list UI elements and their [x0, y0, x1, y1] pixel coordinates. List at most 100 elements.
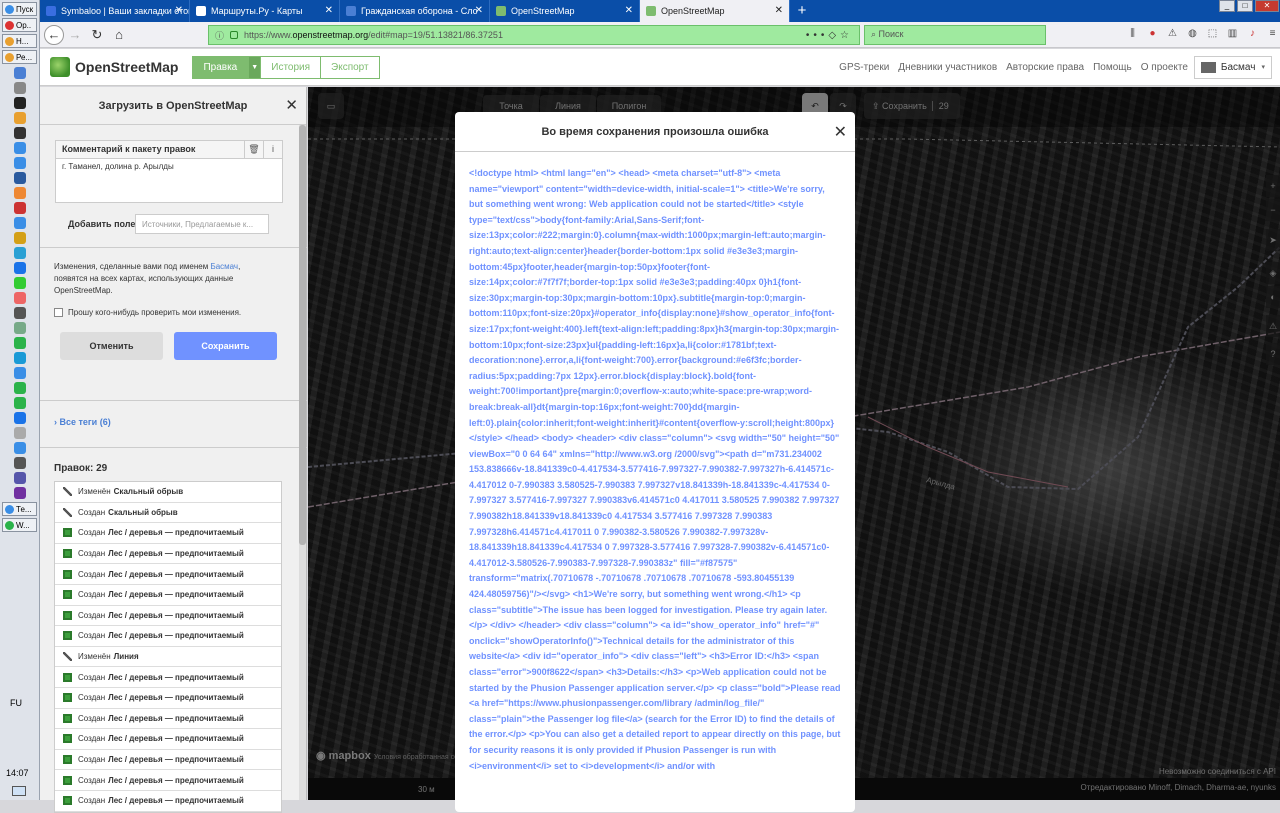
quick-launch-icon[interactable] — [14, 352, 26, 364]
close-window-button[interactable]: ✕ — [1255, 0, 1279, 12]
quick-launch-icon[interactable] — [14, 112, 26, 124]
language-indicator[interactable]: FU — [10, 698, 22, 708]
osm-logo-icon[interactable] — [50, 57, 70, 77]
show-desktop-icon[interactable] — [12, 786, 26, 796]
clock[interactable]: 14:07 — [6, 768, 29, 778]
adblock-icon[interactable]: ● — [1145, 28, 1160, 39]
extension-icon[interactable]: ◍ — [1185, 28, 1200, 39]
header-link[interactable]: О проекте — [1141, 62, 1188, 73]
user-menu[interactable]: Басмач ▾ — [1193, 55, 1272, 79]
taskbar-window-lower-1[interactable]: W... — [2, 518, 37, 532]
edit-list-item[interactable]: Изменён Скальный обрыв — [55, 482, 281, 503]
quick-launch-icon[interactable] — [14, 397, 26, 409]
user-link[interactable]: Басмач — [210, 262, 238, 271]
edit-list-item[interactable]: Создан Лес / деревья — предпочитаемый — [55, 667, 281, 688]
quick-launch-icon[interactable] — [14, 487, 26, 499]
edit-list-item[interactable]: Создан Лес / деревья — предпочитаемый — [55, 709, 281, 730]
trash-icon[interactable]: 🗑 — [244, 141, 263, 158]
edit-list-item[interactable]: Создан Лес / деревья — предпочитаемый — [55, 564, 281, 585]
new-tab-button[interactable]: + — [790, 0, 814, 22]
quick-launch-icon[interactable] — [14, 187, 26, 199]
quick-launch-icon[interactable] — [14, 262, 26, 274]
header-link[interactable]: Авторские права — [1006, 62, 1084, 73]
edit-list-item[interactable]: Создан Лес / деревья — предпочитаемый — [55, 606, 281, 627]
quick-launch-icon[interactable] — [14, 412, 26, 424]
edit-list-item[interactable]: Создан Лес / деревья — предпочитаемый — [55, 523, 281, 544]
address-bar[interactable]: ⓘ https://www. openstreetmap.org/edit#map… — [208, 25, 860, 45]
quick-launch-icon[interactable] — [14, 382, 26, 394]
quick-launch-icon[interactable] — [14, 307, 26, 319]
edit-list-item[interactable]: Создан Скальный обрыв — [55, 503, 281, 524]
download-icon[interactable]: ▥ — [1225, 28, 1240, 39]
sidebar-scrollbar[interactable] — [299, 125, 306, 800]
edit-list-item[interactable]: Создан Лес / деревья — предпочитаемый — [55, 770, 281, 791]
quick-launch-icon[interactable] — [14, 157, 26, 169]
edit-list-item[interactable]: Создан Лес / деревья — предпочитаемый — [55, 585, 281, 606]
quick-launch-icon[interactable] — [14, 337, 26, 349]
page-actions-icons[interactable]: •••◇☆ — [806, 30, 853, 41]
edit-list-item[interactable]: Создан Лес / деревья — предпочитаемый — [55, 729, 281, 750]
comment-textarea[interactable]: г. Таманел, долина р. Арылды — [56, 159, 282, 174]
edit-list-item[interactable]: Создан Лес / деревья — предпочитаемый — [55, 544, 281, 565]
library-icon[interactable]: ⫼ — [1125, 28, 1140, 39]
taskbar-window-1[interactable]: Н... — [2, 34, 37, 48]
taskbar-window-0[interactable]: Ор.. — [2, 18, 37, 32]
edit-button[interactable]: Правка — [192, 55, 249, 79]
quick-launch-icon[interactable] — [14, 292, 26, 304]
close-icon[interactable]: ✕ — [285, 96, 298, 114]
quick-launch-icon[interactable] — [14, 172, 26, 184]
browser-tab[interactable]: OpenStreetMap ✕ — [490, 0, 640, 22]
quick-launch-icon[interactable] — [14, 457, 26, 469]
quick-launch-icon[interactable] — [14, 427, 26, 439]
export-button[interactable]: Экспорт — [321, 55, 380, 79]
request-review-row[interactable]: Прошу кого-нибудь проверить мои изменени… — [54, 308, 241, 317]
quick-launch-icon[interactable] — [14, 442, 26, 454]
quick-launch-icon[interactable] — [14, 322, 26, 334]
quick-launch-icon[interactable] — [14, 247, 26, 259]
quick-launch-icon[interactable] — [14, 82, 26, 94]
history-button[interactable]: История — [261, 55, 322, 79]
close-tab-icon[interactable]: ✕ — [175, 5, 183, 16]
music-icon[interactable]: ♪ — [1245, 28, 1260, 39]
quick-launch-icon[interactable] — [14, 217, 26, 229]
edit-list-item[interactable]: Создан Лес / деревья — предпочитаемый — [55, 626, 281, 647]
quick-launch-icon[interactable] — [14, 202, 26, 214]
site-title[interactable]: OpenStreetMap — [75, 59, 178, 75]
quick-launch-icon[interactable] — [14, 127, 26, 139]
changeset-comment-field[interactable]: Комментарий к пакету правок 🗑 i г. Таман… — [55, 140, 283, 203]
reload-button[interactable]: ↻ — [86, 24, 108, 46]
close-tab-icon[interactable]: ✕ — [775, 5, 783, 16]
maximize-button[interactable]: □ — [1237, 0, 1253, 12]
edit-list-item[interactable]: Создан Лес / деревья — предпочитаемый — [55, 688, 281, 709]
taskbar-window-2[interactable]: Ре... — [2, 50, 37, 64]
info-icon[interactable]: i — [263, 141, 282, 158]
browser-tab[interactable]: Маршруты.Ру - Карты ✕ — [190, 0, 340, 22]
header-link[interactable]: GPS-треки — [839, 62, 889, 73]
edit-dropdown-icon[interactable]: ▼ — [248, 55, 262, 79]
start-button[interactable]: Пуск — [2, 2, 37, 16]
back-button[interactable]: ← — [44, 24, 64, 45]
info-icon[interactable]: ⓘ — [215, 29, 224, 42]
forward-button[interactable]: → — [64, 24, 86, 46]
search-input[interactable]: ⌕ Поиск — [864, 25, 1046, 45]
review-checkbox[interactable] — [54, 308, 63, 317]
browser-tab[interactable]: OpenStreetMap ✕ — [640, 0, 790, 22]
quick-launch-icon[interactable] — [14, 232, 26, 244]
menu-icon[interactable]: ≡ — [1265, 28, 1280, 39]
header-link[interactable]: Помощь — [1093, 62, 1132, 73]
scrollbar-thumb[interactable] — [299, 125, 306, 545]
edit-list-item[interactable]: Изменён Линия — [55, 647, 281, 668]
header-link[interactable]: Дневники участников — [898, 62, 997, 73]
browser-tab[interactable]: Гражданская оборона - Сло ✕ — [340, 0, 490, 22]
minimize-button[interactable]: _ — [1219, 0, 1235, 12]
close-tab-icon[interactable]: ✕ — [625, 5, 633, 16]
quick-launch-icon[interactable] — [14, 277, 26, 289]
taskbar-window-lower-0[interactable]: Те... — [2, 502, 37, 516]
quick-launch-icon[interactable] — [14, 97, 26, 109]
close-icon[interactable]: ✕ — [834, 122, 847, 142]
all-tags-toggle[interactable]: › Все теги (6) — [54, 417, 111, 427]
edit-list-item[interactable]: Создан Лес / деревья — предпочитаемый — [55, 750, 281, 771]
cancel-button[interactable]: Отменить — [60, 332, 163, 360]
quick-launch-icon[interactable] — [14, 67, 26, 79]
quick-launch-icon[interactable] — [14, 142, 26, 154]
